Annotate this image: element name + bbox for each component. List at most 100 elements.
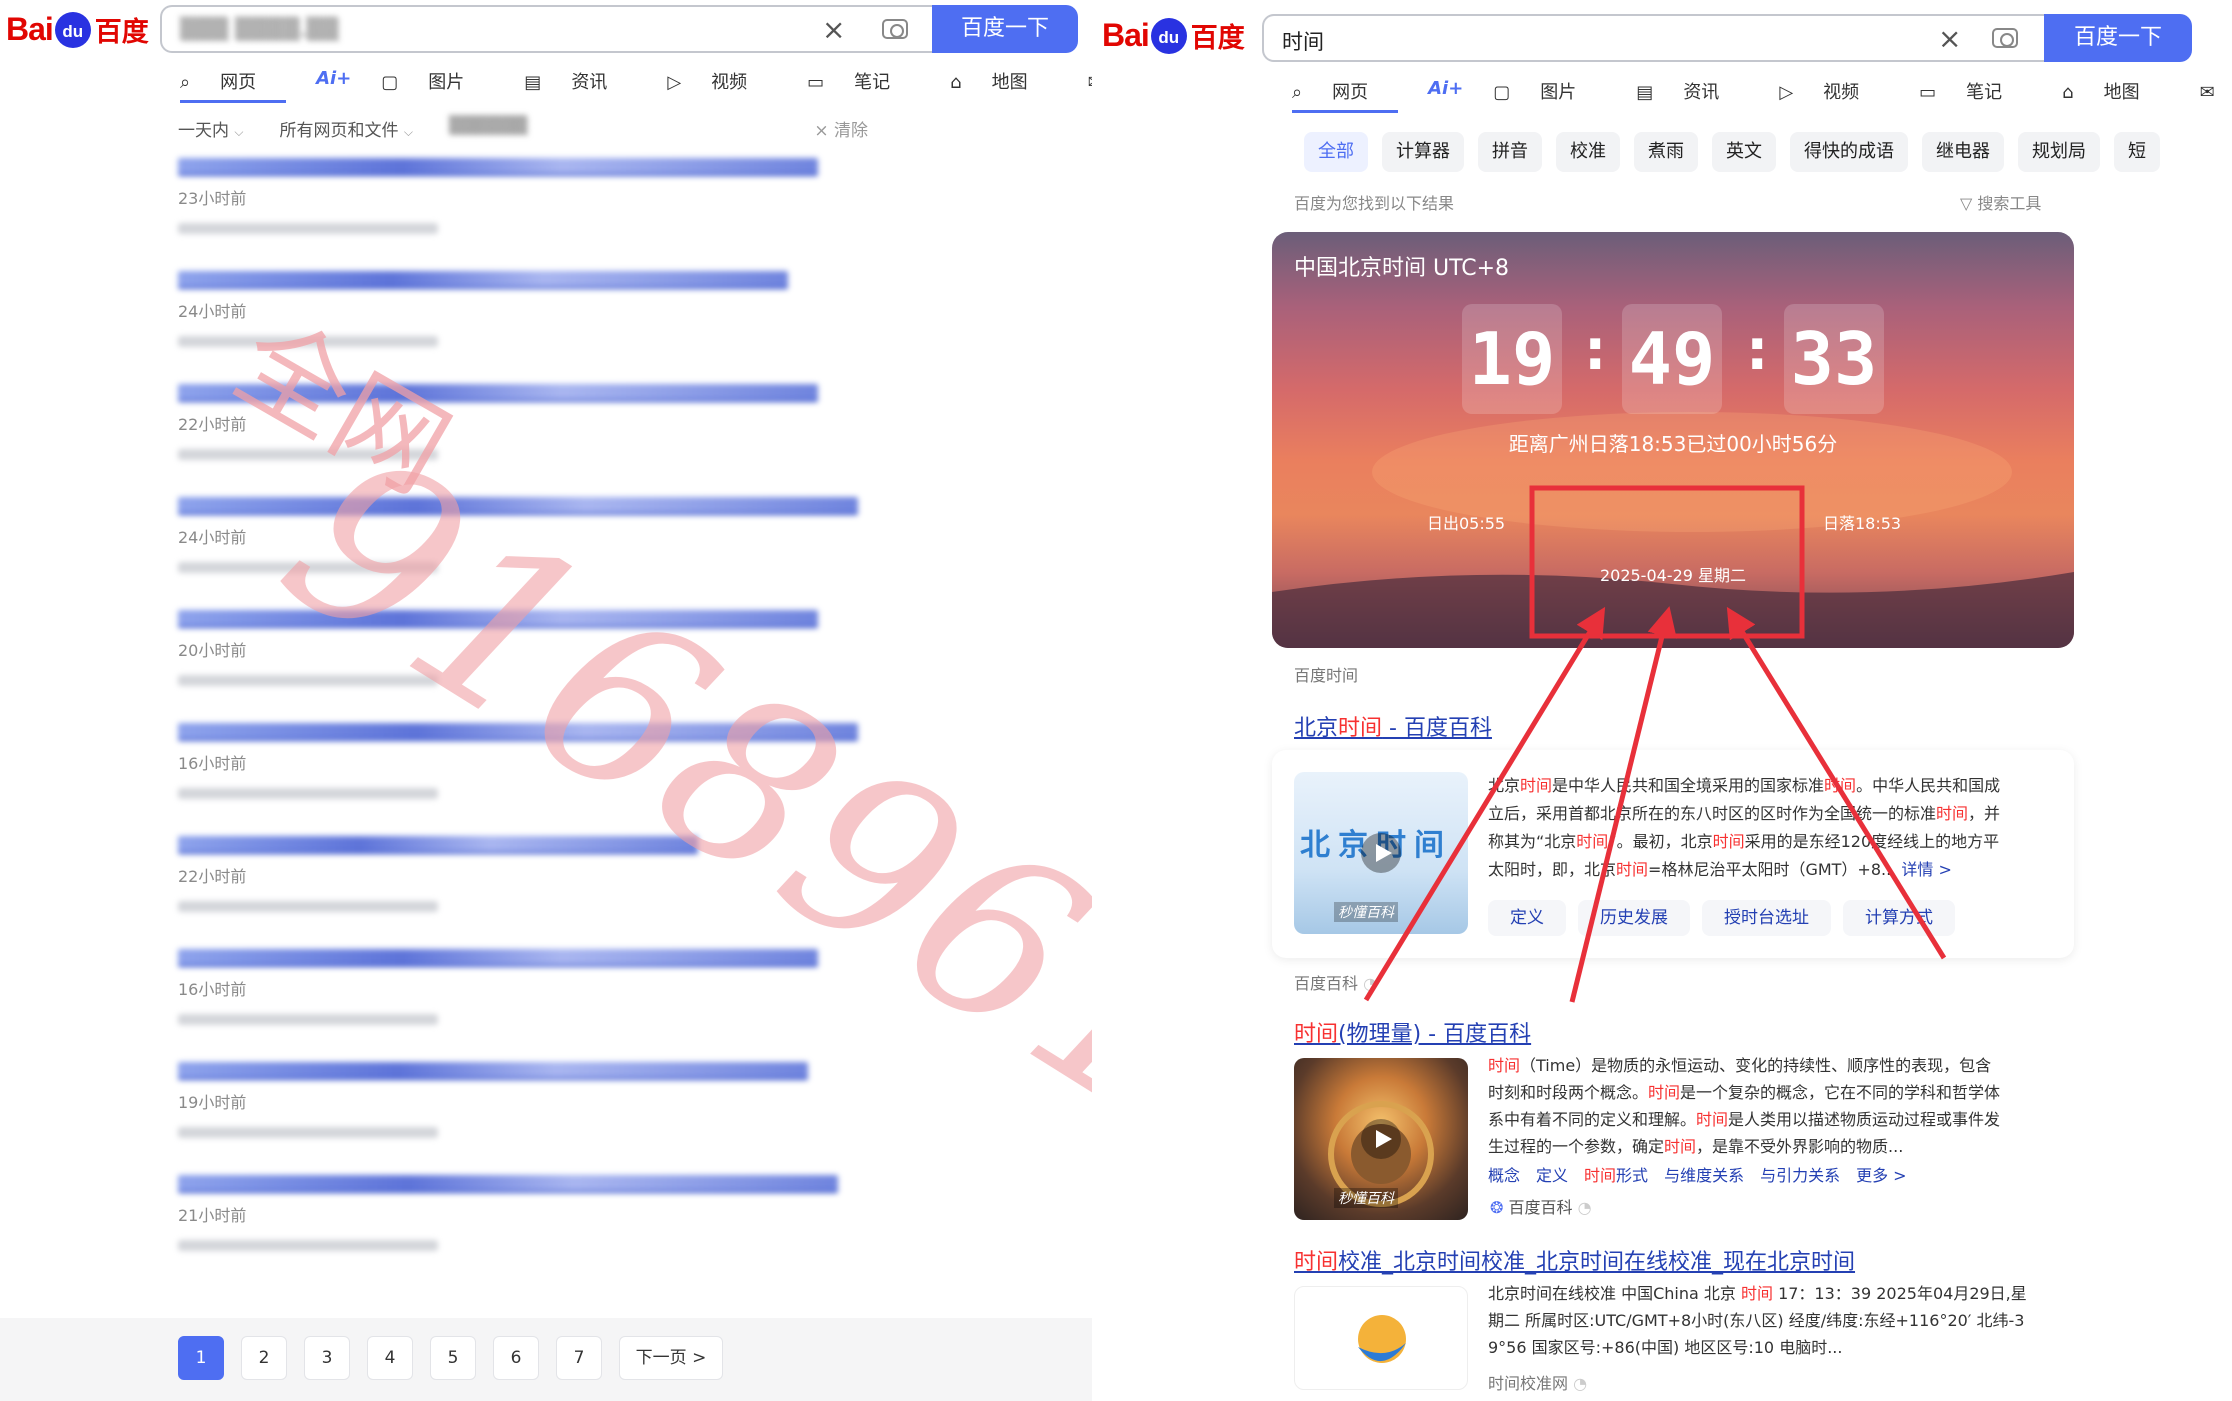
page-button-3[interactable]: 3 — [304, 1336, 350, 1380]
chevron-down-icon: ⌵ — [234, 125, 244, 139]
result-title-link[interactable] — [178, 384, 818, 402]
tab-images[interactable]: ▢ 图片 — [1493, 78, 1606, 113]
result-title-link[interactable] — [178, 497, 858, 515]
clear-filter-button[interactable]: × 清除 — [814, 116, 868, 141]
note-icon: ▭ — [807, 72, 825, 93]
search-input[interactable]: ▒▒▒ ▒▒▒▒.▒▒ × — [160, 5, 932, 53]
result-url — [178, 1240, 438, 1251]
baike-button-3[interactable]: 计算方式 — [1843, 900, 1955, 936]
tab-web[interactable]: ⌕ 网页 — [180, 68, 287, 103]
tab-news[interactable]: ▤ 资讯 — [524, 68, 637, 103]
site-logo-thumbnail[interactable] — [1294, 1286, 1468, 1390]
filter-bar: 一天内 ⌵ 所有网页和文件 ⌵ ▒▒▒▒▒▒ × 清除 — [178, 116, 868, 141]
result-title-link[interactable] — [178, 271, 788, 289]
tab-label: 笔记 — [854, 72, 891, 93]
chip-0[interactable]: 全部 — [1304, 132, 1368, 172]
search-tools-button[interactable]: ▽ 搜索工具 — [1960, 190, 2041, 214]
chip-5[interactable]: 英文 — [1712, 132, 1776, 172]
chip-1[interactable]: 计算器 — [1382, 132, 1464, 172]
result-title-time-physics[interactable]: 时间(物理量) - 百度百科 — [1294, 1016, 1531, 1048]
result-title-link[interactable] — [178, 610, 818, 628]
baidu-logo[interactable]: Bai du 百度 — [6, 10, 149, 49]
chip-7[interactable]: 继电器 — [1922, 132, 2004, 172]
page-button-4[interactable]: 4 — [367, 1336, 413, 1380]
time-filter[interactable]: 一天内 ⌵ — [178, 116, 244, 141]
search-tabs: ⌕网页 Ai+ ▢图片 ▤资讯 ▷视频 ▭笔记 ⌂地图 ✉贴吧 ▯文库 更多 — [180, 68, 1092, 103]
baike-link-4[interactable]: 与引力关系 — [1760, 1162, 1840, 1186]
sunrise-time: 日出05:55 — [1427, 514, 1506, 533]
result-title-beijing-time[interactable]: 北京时间 - 百度百科 — [1294, 710, 1492, 742]
tab-notes[interactable]: ▭ 笔记 — [1919, 78, 2032, 113]
result3-line: 9°56 国家区号:+86(中国) 地区区号:10 电脑时... — [1488, 1334, 2078, 1361]
baike-link-1[interactable]: 定义 — [1536, 1162, 1568, 1186]
tab-ai[interactable]: Ai+ — [316, 68, 351, 103]
result-title-link[interactable] — [178, 1175, 838, 1193]
result-url — [178, 562, 438, 573]
baike-button-2[interactable]: 授时台选址 — [1702, 900, 1831, 936]
chip-3[interactable]: 校准 — [1556, 132, 1620, 172]
baidu-logo[interactable]: Bai du 百度 — [1102, 16, 1245, 55]
chip-2[interactable]: 拼音 — [1478, 132, 1542, 172]
image-icon: ▢ — [1493, 82, 1511, 103]
chip-4[interactable]: 煮雨 — [1634, 132, 1698, 172]
text-segment: 是中华人民共和国全境采用的国家标准 — [1552, 776, 1825, 795]
camera-icon[interactable] — [1992, 28, 2018, 48]
result-title-link[interactable] — [178, 1062, 808, 1080]
tab-map[interactable]: ⌂ 地图 — [950, 68, 1057, 103]
play-icon[interactable] — [1361, 833, 1401, 873]
clear-icon[interactable]: × — [1938, 22, 1961, 55]
detail-link[interactable]: 详情 > — [1896, 860, 1952, 879]
chip-9[interactable]: 短 — [2114, 132, 2160, 172]
tab-images[interactable]: ▢ 图片 — [381, 68, 494, 103]
search-input[interactable]: 时间 × — [1262, 14, 2044, 62]
result-url — [178, 788, 438, 799]
tab-tieba[interactable]: ✉贴吧 — [2200, 78, 2232, 113]
video-thumbnail[interactable]: 北京时间 秒懂百科 — [1294, 772, 1468, 934]
search-button[interactable]: 百度一下 — [932, 5, 1078, 53]
clear-icon[interactable]: × — [822, 13, 845, 46]
clear-label: 清除 — [834, 121, 868, 141]
tab-map[interactable]: ⌂ 地图 — [2062, 78, 2169, 113]
text-segment: ，是靠不受外界影响的物质... — [1696, 1137, 1904, 1156]
tab-web[interactable]: ⌕ 网页 — [1292, 78, 1399, 113]
search-button[interactable]: 百度一下 — [2044, 14, 2192, 62]
baike-link-5[interactable]: 更多 > — [1856, 1162, 1907, 1186]
tab-ai[interactable]: Ai+ — [1428, 78, 1463, 113]
result-title-link[interactable] — [178, 949, 818, 967]
clock-date: 2025-04-29 星期二 — [1599, 566, 1747, 585]
baike-link-3[interactable]: 与维度关系 — [1664, 1162, 1744, 1186]
text-segment: 系中有着不同的定义和理解。 — [1488, 1110, 1697, 1129]
result-title-link[interactable] — [178, 158, 818, 176]
next-page-button[interactable]: 下一页 > — [619, 1336, 723, 1380]
type-filter[interactable]: 所有网页和文件 ⌵ — [280, 116, 414, 141]
search-result: 21小时前 — [178, 1175, 838, 1251]
baike-source: ❂ 百度百科 ◔ — [1490, 1194, 1592, 1218]
baike-link-0[interactable]: 概念 — [1488, 1162, 1520, 1186]
tab-label: 资讯 — [1683, 82, 1720, 103]
page-button-1[interactable]: 1 — [178, 1336, 224, 1380]
baike-button-1[interactable]: 历史发展 — [1578, 900, 1690, 936]
baike-link-2[interactable]: 时间形式 — [1584, 1162, 1648, 1186]
result-time: 22小时前 — [178, 867, 247, 886]
tab-news[interactable]: ▤ 资讯 — [1636, 78, 1749, 113]
site-filter[interactable]: ▒▒▒▒▒▒ — [449, 116, 527, 141]
camera-icon[interactable] — [882, 19, 908, 39]
page-button-5[interactable]: 5 — [430, 1336, 476, 1380]
tab-label: 地图 — [2103, 82, 2140, 103]
tab-video[interactable]: ▷ 视频 — [667, 68, 777, 103]
result-title-time-calibration[interactable]: 时间校准_北京时间校准_北京时间在线校准_现在北京时间 — [1294, 1244, 1855, 1276]
chip-8[interactable]: 规划局 — [2018, 132, 2100, 172]
chip-6[interactable]: 得快的成语 — [1790, 132, 1908, 172]
page-button-7[interactable]: 7 — [556, 1336, 602, 1380]
video-thumbnail[interactable]: 秒懂百科 — [1294, 1058, 1468, 1220]
tab-notes[interactable]: ▭ 笔记 — [807, 68, 920, 103]
baike-button-0[interactable]: 定义 — [1488, 900, 1566, 936]
result-title-link[interactable] — [178, 723, 858, 741]
page-button-2[interactable]: 2 — [241, 1336, 287, 1380]
page-button-6[interactable]: 6 — [493, 1336, 539, 1380]
note-icon: ▭ — [1919, 82, 1937, 103]
tab-video[interactable]: ▷ 视频 — [1779, 78, 1889, 113]
result-title-link[interactable] — [178, 836, 698, 854]
play-icon[interactable] — [1361, 1119, 1401, 1159]
baike-abstract: 北京时间是中华人民共和国全境采用的国家标准时间。中华人民共和国成 立后，采用首都北… — [1488, 772, 2068, 884]
